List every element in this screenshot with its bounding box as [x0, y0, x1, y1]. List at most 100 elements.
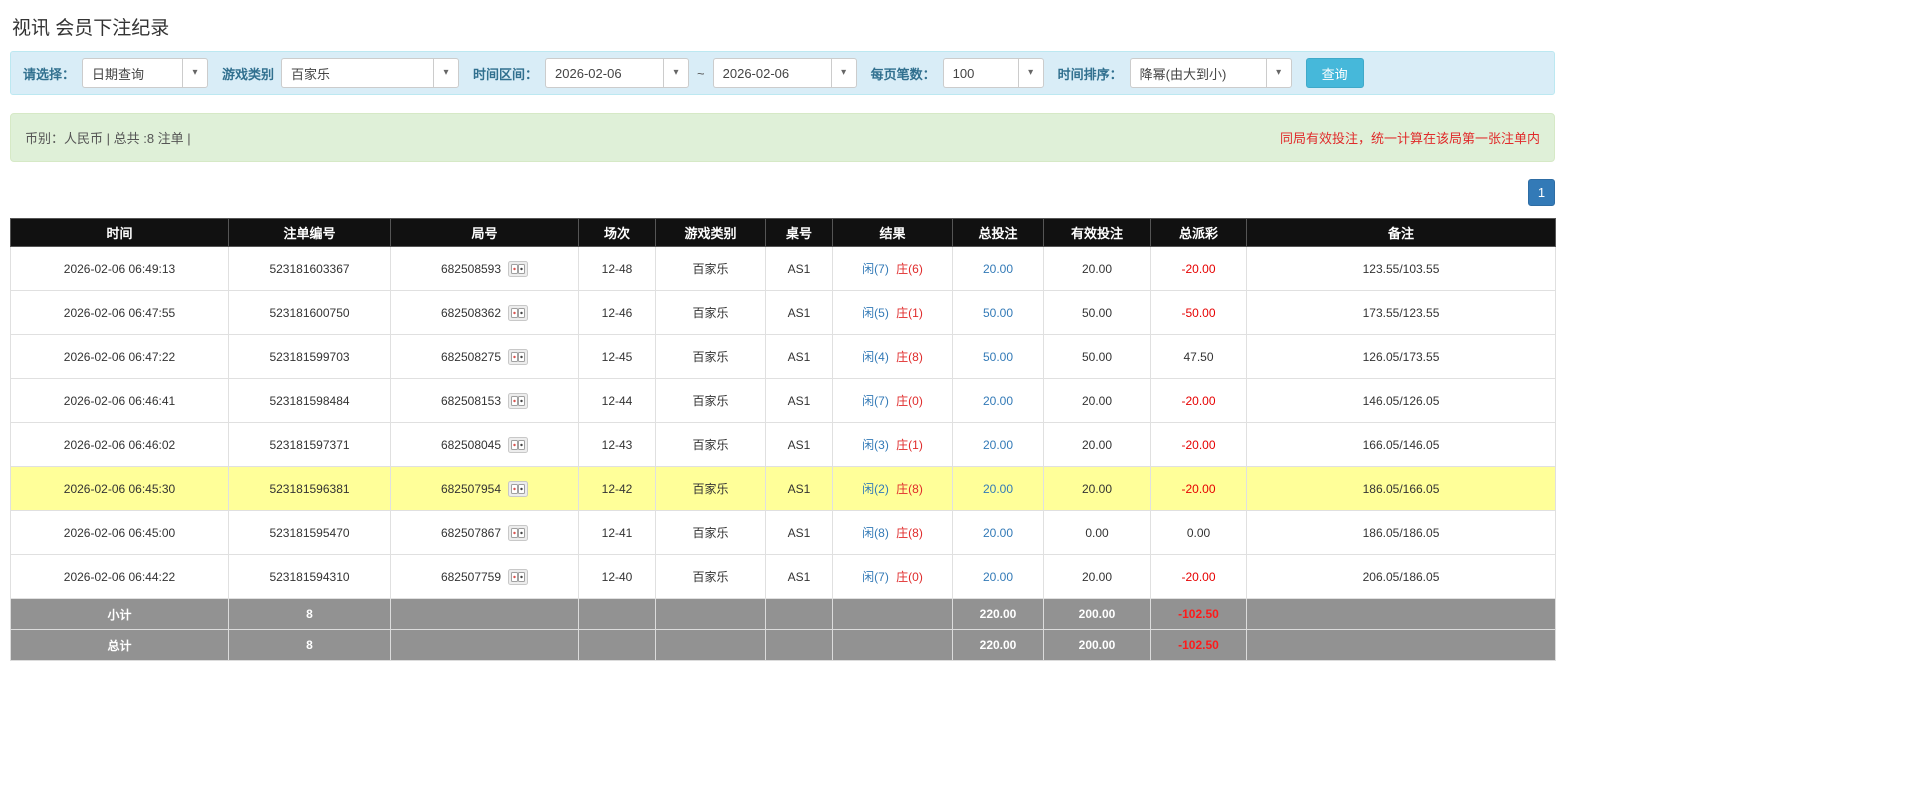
sort-order-input[interactable] [1129, 58, 1266, 88]
column-header: 备注 [1246, 218, 1556, 247]
total-bet-link[interactable]: 20.00 [983, 570, 1013, 584]
query-type-input[interactable] [82, 58, 183, 88]
total-bet-link[interactable]: 50.00 [983, 350, 1013, 364]
result-banker: 庄(6) [896, 262, 923, 276]
view-cards-button[interactable] [508, 524, 529, 541]
table-footer: 小计 8 220.00 200.00 -102.50 总计 8 220.00 200.00 -10… [10, 598, 1556, 661]
footer-cell [578, 629, 656, 661]
view-cards-icon [508, 392, 529, 409]
cell-session: 12-43 [578, 422, 656, 467]
page-size-caret-button[interactable]: ▾ [1017, 58, 1044, 88]
view-cards-button[interactable] [508, 392, 529, 409]
page-button-1[interactable]: 1 [1528, 179, 1555, 206]
game-type-input[interactable] [281, 58, 434, 88]
view-cards-button[interactable] [508, 260, 529, 277]
result-player: 闲(3) [862, 438, 889, 452]
query-type-caret-button[interactable]: ▾ [182, 58, 209, 88]
cell-total-bet: 20.00 [952, 510, 1044, 555]
round-id-text: 682507759 [440, 569, 502, 584]
table-row: 2026-02-06 06:47:55 523181600750 6825083… [10, 290, 1556, 335]
cell-valid-bet: 20.00 [1043, 378, 1151, 423]
cell-session: 12-46 [578, 290, 656, 335]
cell-table-no: AS1 [765, 290, 833, 335]
footer-cell [765, 598, 833, 630]
cell-time: 2026-02-06 06:47:55 [10, 290, 229, 335]
column-header: 有效投注 [1043, 218, 1151, 247]
cell-round: 682507867 [390, 510, 579, 555]
cell-total-bet: 20.00 [952, 246, 1044, 291]
cell-round: 682507759 [390, 554, 579, 599]
date-to-input[interactable] [712, 58, 831, 88]
cell-time: 2026-02-06 06:49:13 [10, 246, 229, 291]
column-header: 总投注 [952, 218, 1044, 247]
view-cards-button[interactable] [508, 436, 529, 453]
date-from-caret-button[interactable]: ▾ [663, 58, 690, 88]
cell-payout: -20.00 [1150, 422, 1247, 467]
footer-cell [1246, 629, 1556, 661]
result-player: 闲(7) [862, 394, 889, 408]
round-id-text: 682507954 [440, 481, 502, 496]
column-header: 场次 [578, 218, 656, 247]
game-type-caret-button[interactable]: ▾ [433, 58, 460, 88]
total-bet-link[interactable]: 20.00 [983, 394, 1013, 408]
search-button[interactable]: 查询 [1305, 58, 1364, 88]
cell-payout: 47.50 [1150, 334, 1247, 379]
cell-payout: -50.00 [1150, 290, 1247, 335]
filter-query-type: 请选择： ▾ [23, 58, 209, 88]
column-header: 局号 [390, 218, 579, 247]
footer-cell [1246, 598, 1556, 630]
summary-bar: 币别：人民币 | 总共 :8 注单 | 同局有效投注，统一计算在该局第一张注单内 [10, 113, 1555, 162]
filter-game-type: 游戏类别 ▾ [222, 58, 460, 88]
cell-payout: -20.00 [1150, 378, 1247, 423]
total-bet-link[interactable]: 20.00 [983, 482, 1013, 496]
summary-warning-text: 同局有效投注，统一计算在该局第一张注单内 [1279, 131, 1540, 146]
view-cards-button[interactable] [508, 480, 529, 497]
view-cards-button[interactable] [508, 304, 529, 321]
result-player: 闲(7) [862, 262, 889, 276]
result-banker: 庄(0) [896, 570, 923, 584]
view-cards-button[interactable] [508, 568, 529, 585]
footer-cell [832, 598, 953, 630]
cell-note: 166.05/146.05 [1246, 422, 1556, 467]
footer-cell: 8 [228, 598, 391, 630]
filter-bar: 请选择： ▾ 游戏类别 ▾ 时间区间： ▾ ~ ▾ [10, 51, 1555, 95]
cell-session: 12-41 [578, 510, 656, 555]
table-row: 2026-02-06 06:49:13 523181603367 6825085… [10, 246, 1556, 291]
cell-note: 186.05/186.05 [1246, 510, 1556, 555]
sort-order-caret-button[interactable]: ▾ [1265, 58, 1292, 88]
result-player: 闲(5) [862, 306, 889, 320]
cell-game-type: 百家乐 [655, 378, 766, 423]
total-bet-link[interactable]: 20.00 [983, 262, 1013, 276]
sort-order-label: 时间排序： [1057, 66, 1123, 82]
cell-game-type: 百家乐 [655, 466, 766, 511]
cell-session: 12-45 [578, 334, 656, 379]
view-cards-icon [508, 304, 529, 321]
chevron-down-icon: ▾ [841, 67, 847, 78]
total-bet-link[interactable]: 20.00 [983, 526, 1013, 540]
view-cards-icon [508, 524, 529, 541]
view-cards-button[interactable] [508, 348, 529, 365]
page-title: 视讯 会员下注纪录 [12, 18, 170, 39]
cell-time: 2026-02-06 06:46:02 [10, 422, 229, 467]
cell-table-no: AS1 [765, 246, 833, 291]
cell-result: 闲(8) 庄(8) [832, 510, 953, 555]
date-from-input[interactable] [545, 58, 664, 88]
footer-cell: 200.00 [1043, 598, 1151, 630]
cell-table-no: AS1 [765, 378, 833, 423]
cell-note: 186.05/166.05 [1246, 466, 1556, 511]
cell-time: 2026-02-06 06:47:22 [10, 334, 229, 379]
table-row: 2026-02-06 06:45:30 523181596381 6825079… [10, 466, 1556, 511]
cell-result: 闲(7) 庄(0) [832, 554, 953, 599]
page-size-input[interactable] [942, 58, 1018, 88]
footer-cell [578, 598, 656, 630]
cell-payout: -20.00 [1150, 246, 1247, 291]
chevron-down-icon: ▾ [673, 67, 679, 78]
view-cards-icon [508, 480, 529, 497]
cell-valid-bet: 20.00 [1043, 422, 1151, 467]
total-bet-link[interactable]: 50.00 [983, 306, 1013, 320]
total-bet-link[interactable]: 20.00 [983, 438, 1013, 452]
cell-bet-id: 523181595470 [228, 510, 391, 555]
date-to-caret-button[interactable]: ▾ [830, 58, 857, 88]
query-type-label: 请选择： [23, 66, 76, 82]
footer-cell: 8 [228, 629, 391, 661]
